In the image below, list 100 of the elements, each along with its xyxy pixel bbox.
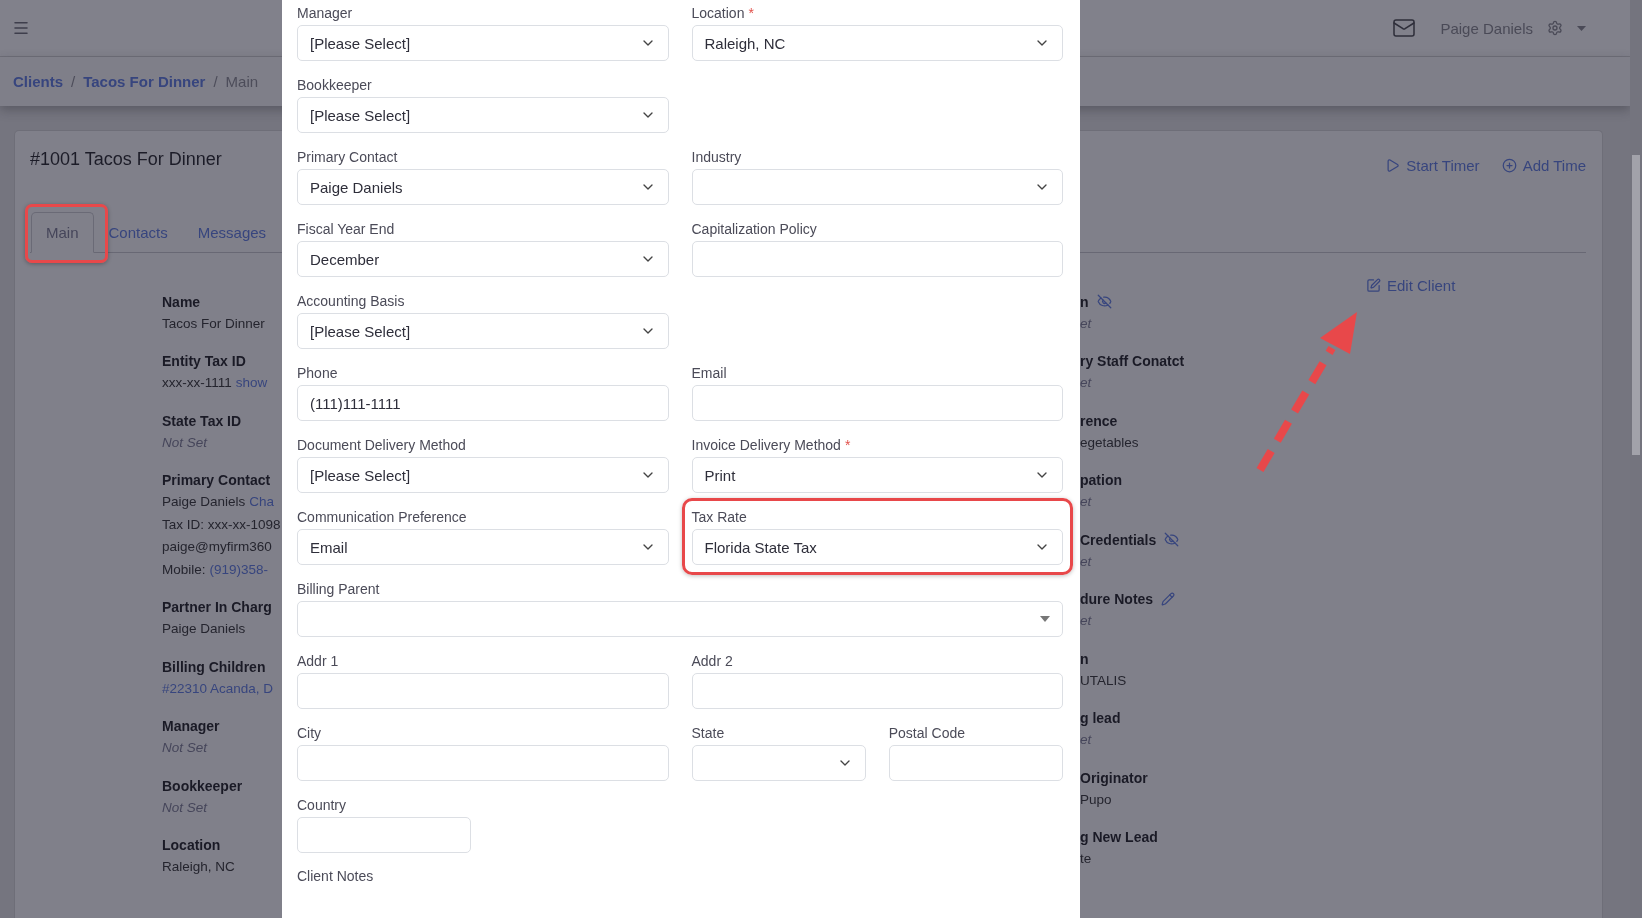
settings-icon[interactable] [1547, 20, 1563, 36]
select-field[interactable] [691, 745, 866, 781]
tab[interactable]: Main [31, 212, 94, 253]
field-label: Primary Contact [297, 148, 399, 166]
field-label: Location * [691, 4, 755, 22]
client-title: #1001 Tacos For Dinner [30, 149, 222, 170]
input-field[interactable]: (111)111-1111 [297, 385, 669, 421]
detail-label: Entity Tax ID [162, 353, 246, 369]
field-label: Email [691, 364, 728, 382]
field-label: Addr 2 [691, 652, 734, 670]
field-label: Country [297, 796, 348, 814]
select-field[interactable]: Florida State Tax [691, 529, 1063, 565]
field-label: Client Notes [297, 868, 375, 884]
detail-value: te [1080, 851, 1092, 867]
detail-label: Originator [1080, 769, 1148, 786]
field-label: Accounting Basis [297, 292, 406, 310]
input-field[interactable] [888, 745, 1063, 781]
combo-field[interactable] [297, 601, 1063, 637]
field-label: Communication Preference [297, 508, 468, 526]
field-label: Phone [297, 364, 339, 382]
select-field[interactable]: [Please Select] [297, 97, 669, 133]
detail-value: egetables [1080, 434, 1139, 450]
detail-label: pation [1080, 472, 1122, 488]
select-field[interactable]: [Please Select] [297, 313, 669, 349]
detail-link[interactable]: #22310 Acanda, D [162, 680, 274, 696]
detail-label: Bookkeeper [162, 777, 243, 794]
detail-value: xxx-xx-1111 [162, 375, 232, 391]
detail-value: Mobile: [162, 561, 206, 577]
field-label: Capitalization Policy [691, 220, 818, 238]
select-field[interactable]: Paige Daniels [297, 169, 669, 205]
detail-label: Name [162, 293, 201, 310]
field-label: Addr 1 [297, 652, 340, 670]
breadcrumb-separator: / [213, 73, 218, 90]
action-link[interactable]: Start Timer [1385, 157, 1480, 174]
select-field[interactable]: [Please Select] [297, 25, 669, 61]
detail-label: Billing Children [162, 658, 266, 675]
detail-value: paige@myfirm360 [162, 539, 272, 555]
select-field[interactable]: Raleigh, NC [691, 25, 1063, 61]
select-field[interactable]: Email [297, 529, 669, 565]
select-field[interactable]: December [297, 241, 669, 277]
field-label: Bookkeeper [297, 76, 373, 94]
detail-link[interactable]: Cha [249, 494, 275, 510]
detail-link[interactable]: show [235, 375, 268, 391]
detail-value: Raleigh, NC [162, 859, 235, 875]
detail-label: Partner In Charg [162, 599, 272, 615]
detail-value: Not Set [162, 434, 208, 450]
detail-value: UTALIS [1080, 672, 1127, 688]
detail-label: Location [162, 837, 221, 853]
detail-label: rence [1080, 412, 1118, 429]
edit-client-link[interactable]: Edit Client [1366, 277, 1456, 294]
input-field[interactable] [297, 673, 669, 709]
tab[interactable]: Messages [182, 212, 282, 253]
scrollbar[interactable] [1630, 0, 1642, 918]
detail-label: n [1080, 293, 1089, 310]
detail-value: et [1080, 553, 1092, 569]
edit-icon [1366, 278, 1381, 293]
select-field[interactable]: [Please Select] [297, 457, 669, 493]
detail-value: Not Set [162, 799, 208, 815]
input-field[interactable] [297, 745, 669, 781]
action-link[interactable]: Add Time [1501, 157, 1586, 174]
detail-value: et [1080, 613, 1092, 629]
plus-circle-icon [1501, 158, 1517, 173]
detail-label: Manager [162, 718, 220, 734]
eye-off-icon[interactable] [1096, 294, 1112, 309]
detail-label: Credentials [1080, 531, 1157, 548]
detail-value: Tax ID: xxx-xx-1098 [162, 516, 281, 532]
eye-off-icon[interactable] [1164, 532, 1180, 547]
tab[interactable]: Contacts [93, 212, 183, 253]
input-field[interactable] [691, 673, 1063, 709]
detail-value: et [1080, 732, 1092, 748]
menu-icon[interactable] [12, 19, 30, 37]
select-field[interactable] [691, 169, 1063, 205]
detail-value: Paige Daniels [162, 494, 246, 510]
play-icon [1385, 158, 1401, 173]
field-label: Tax Rate [691, 508, 748, 526]
caret-icon [1040, 616, 1050, 622]
field-label: Invoice Delivery Method * [691, 436, 852, 454]
detail-value: et [1080, 375, 1092, 391]
breadcrumb-link[interactable]: Tacos For Dinner [83, 73, 206, 90]
detail-label: ry Staff Conatct [1080, 353, 1185, 369]
detail-label: n [1080, 650, 1089, 667]
field-label: Fiscal Year End [297, 220, 396, 238]
breadcrumb-link[interactable]: Clients [13, 73, 63, 90]
detail-value: et [1080, 315, 1092, 331]
field-label: Manager [297, 4, 354, 22]
mail-icon[interactable] [1392, 16, 1417, 40]
field-label: State [691, 724, 726, 742]
caret-icon[interactable] [1577, 25, 1586, 31]
detail-value: Tacos For Dinner [162, 315, 265, 331]
select-field[interactable]: Print [691, 457, 1063, 493]
input-field[interactable] [691, 241, 1063, 277]
field-label: Postal Code [888, 724, 967, 742]
detail-link[interactable]: (919)358- [209, 561, 269, 577]
input-field[interactable] [297, 817, 472, 853]
field-label: Document Delivery Method [297, 436, 467, 454]
pencil-icon[interactable] [1161, 592, 1176, 606]
detail-value: Paige Daniels [162, 621, 246, 637]
field-label: Billing Parent [297, 580, 381, 598]
input-field[interactable] [691, 385, 1063, 421]
detail-value: Not Set [162, 740, 208, 756]
